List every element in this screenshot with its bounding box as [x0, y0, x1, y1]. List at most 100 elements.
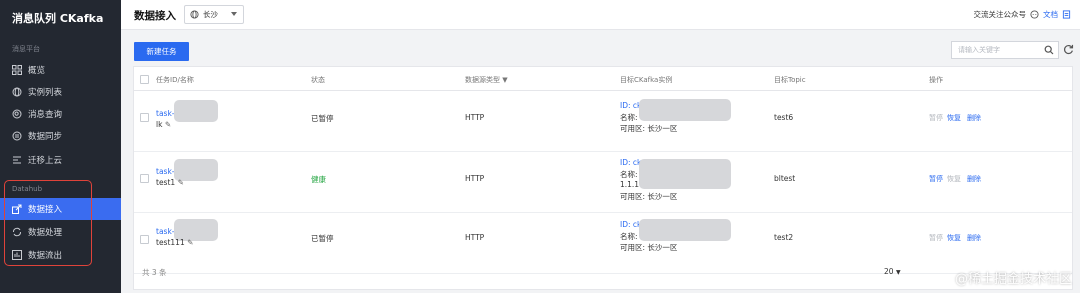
chat-icon — [1030, 10, 1039, 19]
instance-zone: 可用区: 长沙一区 — [620, 124, 678, 133]
status-text: 健康 — [311, 175, 326, 184]
sidebar-item-data-sync[interactable]: 数据同步 — [0, 125, 121, 147]
topic-name: bltest — [774, 174, 796, 183]
task-id-link[interactable]: task- — [156, 227, 175, 236]
doc-icon — [1062, 10, 1071, 19]
status-text: 已暂停 — [311, 114, 334, 123]
table-header: 任务ID/名称 状态 数据源类型 ▼ 目标CKafka实例 目标Topic 操作 — [134, 67, 1072, 91]
status-text: 已暂停 — [311, 234, 334, 243]
col-actions: 操作 — [929, 76, 943, 84]
instance-zone: 可用区: 长沙一区 — [620, 192, 678, 201]
total-count: 共 3 条 — [142, 268, 167, 277]
source-type: HTTP — [465, 113, 485, 122]
filter-icon[interactable]: ▼ — [502, 76, 507, 84]
task-table: 任务ID/名称 状态 数据源类型 ▼ 目标CKafka实例 目标Topic 操作… — [133, 66, 1073, 290]
chevron-down-icon — [231, 12, 237, 16]
doc-link[interactable]: 文档 — [1043, 9, 1058, 20]
watermark: @稀土掘金技术社区 — [954, 272, 1072, 287]
sidebar-item-instances[interactable]: 实例列表 — [0, 81, 121, 103]
sidebar-item-label: 实例列表 — [28, 88, 63, 98]
col-source[interactable]: 数据源类型 ▼ — [465, 75, 508, 85]
edit-icon[interactable]: ✎ — [178, 178, 184, 187]
sidebar-item-label: 概览 — [28, 66, 46, 76]
resume-action[interactable]: 恢复 — [947, 233, 961, 243]
sidebar-item-data-import[interactable]: 数据接入 — [0, 198, 121, 220]
col-source-label: 数据源类型 — [465, 76, 500, 84]
sidebar-item-migrate[interactable]: 迁移上云 — [0, 149, 121, 171]
row-checkbox[interactable] — [140, 235, 149, 244]
col-target-topic: 目标Topic — [774, 76, 806, 84]
redacted-block — [174, 100, 218, 122]
export-icon — [12, 250, 22, 260]
select-all-checkbox[interactable] — [140, 75, 149, 84]
instance-name: 名称: — [620, 113, 638, 122]
topic-name: test6 — [774, 113, 794, 122]
region-value: 长沙 — [203, 10, 218, 19]
task-name: test1 ✎ — [156, 178, 184, 187]
sidebar-item-label: 数据接入 — [28, 205, 63, 215]
resume-action[interactable]: 恢复 — [947, 174, 961, 184]
edit-icon[interactable]: ✎ — [187, 238, 193, 247]
import-icon — [12, 204, 22, 214]
migrate-icon — [12, 155, 22, 165]
delete-action[interactable]: 删除 — [967, 174, 981, 184]
col-status: 状态 — [311, 76, 325, 84]
sidebar-item-label: 数据同步 — [28, 132, 63, 142]
group-label-platform: 消息平台 — [12, 45, 40, 53]
task-id-link[interactable]: task- — [156, 109, 175, 118]
delete-action[interactable]: 删除 — [967, 233, 981, 243]
col-task-id: 任务ID/名称 — [156, 76, 194, 84]
globe-icon — [190, 10, 199, 19]
product-title: 消息队列 CKafka — [12, 12, 104, 25]
col-target-instance: 目标CKafka实例 — [620, 76, 673, 84]
follow-link[interactable]: 交流关注公众号 — [974, 9, 1027, 20]
refresh-icon[interactable] — [1063, 44, 1074, 57]
row-checkbox[interactable] — [140, 113, 149, 122]
sync-icon — [12, 131, 22, 141]
redacted-block — [639, 219, 731, 241]
page-title: 数据接入 — [134, 10, 176, 22]
chevron-down-icon: ▼ — [895, 269, 901, 276]
group-label-datahub: Datahub — [12, 185, 43, 193]
task-id-link[interactable]: task- — [156, 167, 175, 176]
task-name: test111 ✎ — [156, 238, 194, 247]
redacted-block — [639, 159, 731, 189]
task-name: lk ✎ — [156, 120, 172, 129]
search-placeholder: 请输入关键字 — [958, 46, 1000, 54]
sidebar-item-label: 数据处理 — [28, 228, 63, 238]
region-select[interactable]: 长沙 — [184, 5, 244, 24]
sidebar-item-label: 迁移上云 — [28, 156, 63, 166]
resume-action[interactable]: 恢复 — [947, 113, 961, 123]
pause-action[interactable]: 暂停 — [929, 113, 943, 123]
row-checkbox[interactable] — [140, 174, 149, 183]
sidebar: 消息队列 CKafka 消息平台 概览 实例列表 消息查询 数据同步 迁移上云 … — [0, 0, 121, 293]
sidebar-item-label: 数据流出 — [28, 251, 63, 261]
topbar: 数据接入 长沙 交流关注公众号 文档 — [121, 0, 1080, 30]
grid-icon — [12, 65, 22, 75]
instance-name: 名称: — [620, 170, 638, 179]
sidebar-item-data-export[interactable]: 数据流出 — [0, 244, 121, 266]
table-row: task- lk ✎ 已暂停 HTTP ID: ck 名称: 可用区: 长沙一区… — [134, 92, 1072, 152]
search-circle-icon — [12, 109, 22, 119]
table-footer: 共 3 条 20 ▼ — [134, 255, 1072, 290]
sidebar-item-data-process[interactable]: 数据处理 — [0, 221, 121, 243]
table-row: task- test1 ✎ 健康 HTTP ID: ck 名称: 1.1.1 可… — [134, 153, 1072, 213]
instance-name-extra: 1.1.1 — [620, 180, 640, 189]
sidebar-item-message-query[interactable]: 消息查询 — [0, 103, 121, 125]
edit-icon[interactable]: ✎ — [165, 120, 171, 129]
page-size-select[interactable]: 20 ▼ — [884, 267, 901, 276]
sidebar-item-label: 消息查询 — [28, 110, 63, 120]
search-input[interactable]: 请输入关键字 — [951, 41, 1059, 59]
pause-action[interactable]: 暂停 — [929, 233, 943, 243]
instance-zone: 可用区: 长沙一区 — [620, 243, 678, 252]
pause-action[interactable]: 暂停 — [929, 174, 943, 184]
instance-name: 名称: — [620, 232, 638, 241]
new-task-button[interactable]: 新建任务 — [134, 42, 189, 61]
delete-action[interactable]: 删除 — [967, 113, 981, 123]
top-right-links: 交流关注公众号 文档 — [974, 9, 1072, 20]
redacted-block — [639, 99, 731, 121]
source-type: HTTP — [465, 174, 485, 183]
globe-icon — [12, 87, 22, 97]
search-icon[interactable] — [1044, 45, 1054, 57]
sidebar-item-overview[interactable]: 概览 — [0, 59, 121, 81]
